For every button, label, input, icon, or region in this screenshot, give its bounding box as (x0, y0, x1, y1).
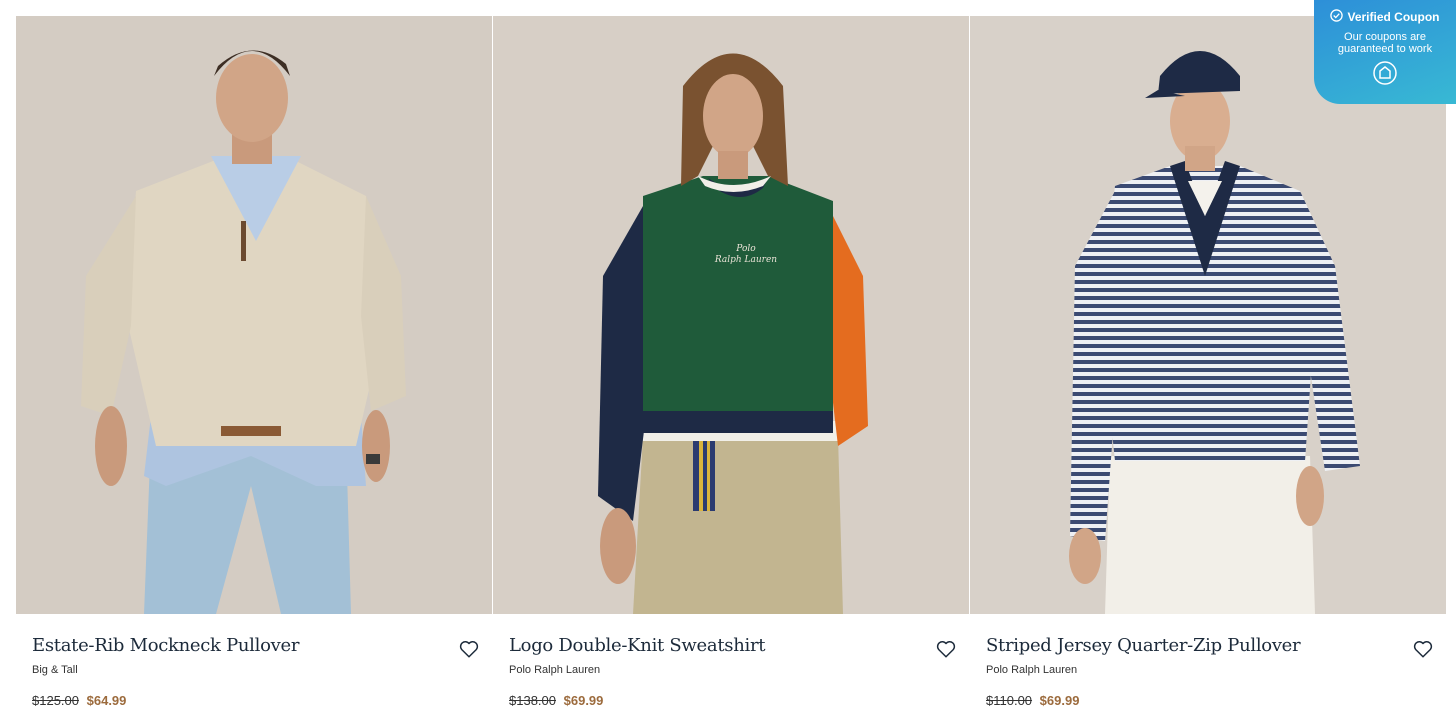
product-title[interactable]: Striped Jersey Quarter-Zip Pullover (986, 635, 1301, 656)
product-price: $138.00 $69.99 (509, 693, 603, 708)
product-brand: Polo Ralph Lauren (509, 664, 601, 676)
sweatshirt-logo-line1: Polo (735, 244, 756, 254)
product-card[interactable]: Polo Ralph Lauren Logo Double-Knit Sweat… (493, 16, 969, 717)
sale-price: $64.99 (86, 693, 127, 708)
tag-logo-icon (1373, 61, 1397, 85)
coupon-title: Verified Coupon (1347, 10, 1440, 24)
heart-outline-icon[interactable] (935, 638, 957, 660)
heart-outline-icon[interactable] (1412, 638, 1434, 660)
product-price: $110.00 $69.99 (986, 693, 1079, 708)
sweatshirt-logo-line2: Ralph Lauren (714, 255, 777, 265)
product-title[interactable]: Logo Double-Knit Sweatshirt (509, 635, 765, 656)
original-price: $125.00 (32, 693, 79, 708)
product-card[interactable]: Estate-Rib Mockneck Pullover Big & Tall … (16, 16, 492, 717)
product-card[interactable]: Striped Jersey Quarter-Zip Pullover Polo… (970, 16, 1446, 717)
product-brand: Polo Ralph Lauren (986, 664, 1078, 676)
coupon-subtitle: Our coupons are guaranteed to work (1314, 31, 1456, 55)
original-price: $110.00 (986, 693, 1033, 708)
original-price: $138.00 (509, 693, 556, 708)
coupon-subtitle-line1: Our coupons are (1344, 31, 1426, 43)
product-brand: Big & Tall (32, 664, 78, 676)
product-image[interactable] (970, 16, 1446, 614)
product-image[interactable]: Polo Ralph Lauren (493, 16, 969, 614)
coupon-header: Verified Coupon (1314, 9, 1456, 25)
product-image[interactable] (16, 16, 492, 614)
product-grid: Estate-Rib Mockneck Pullover Big & Tall … (16, 16, 1446, 717)
heart-outline-icon[interactable] (458, 638, 480, 660)
product-title[interactable]: Estate-Rib Mockneck Pullover (32, 635, 299, 656)
coupon-subtitle-line2: guaranteed to work (1337, 43, 1433, 55)
verified-coupon-badge[interactable]: Verified Coupon Our coupons are guarante… (1314, 0, 1456, 104)
sale-price: $69.99 (1039, 693, 1080, 708)
product-price: $125.00 $64.99 (32, 693, 126, 708)
sale-price: $69.99 (563, 693, 604, 708)
check-circle-icon (1330, 9, 1344, 25)
